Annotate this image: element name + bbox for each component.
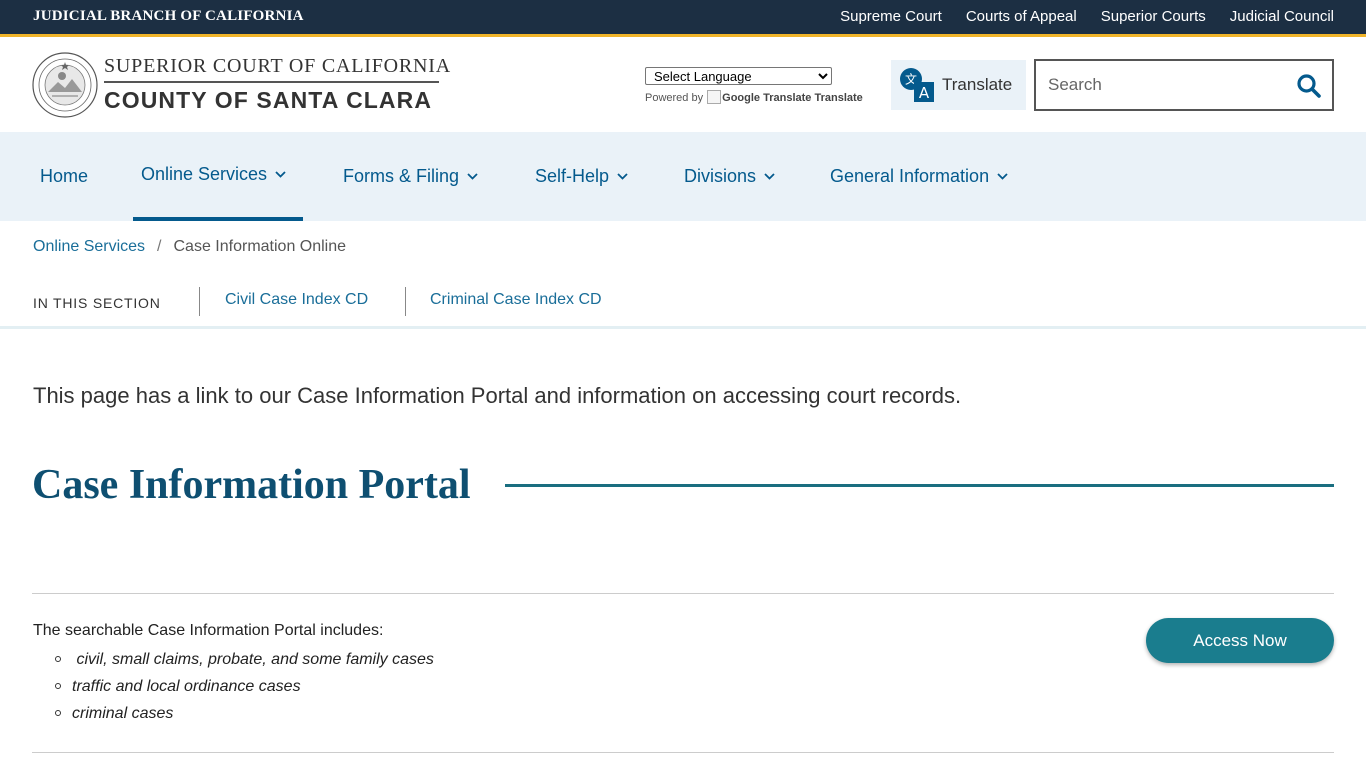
superior-courts-link[interactable]: Superior Courts — [1101, 8, 1206, 25]
section-divider — [405, 287, 406, 316]
list-item: criminal cases — [55, 704, 434, 731]
translate-icon: 文 A — [900, 68, 934, 102]
content-divider — [32, 593, 1334, 594]
list-item: civil, small claims, probate, and some f… — [55, 650, 434, 677]
access-now-button[interactable]: Access Now — [1146, 618, 1334, 663]
chevron-down-icon — [275, 171, 286, 178]
powered-by-google: Powered by Google Translate Translate — [645, 90, 863, 104]
svg-text:A: A — [919, 84, 930, 102]
logo-line-county[interactable]: COUNTY OF SANTA CLARA — [104, 87, 432, 114]
list-item-text: civil, small claims, probate, and some f… — [72, 651, 434, 668]
nav-general-information-label: General Information — [830, 166, 990, 186]
search-input[interactable] — [1048, 73, 1278, 97]
judicial-links: Supreme Court Courts of Appeal Superior … — [840, 8, 1334, 25]
breadcrumb-online-services[interactable]: Online Services — [33, 238, 145, 256]
nav-online-services[interactable]: Online Services — [133, 132, 303, 221]
language-select[interactable]: Select Language — [645, 67, 832, 85]
site-header: SUPERIOR COURT OF CALIFORNIA COUNTY OF S… — [0, 40, 1366, 132]
civil-case-index-link[interactable]: Civil Case Index CD — [225, 291, 368, 309]
breadcrumb-current: Case Information Online — [173, 238, 347, 255]
logo-divider — [104, 81, 439, 83]
nav-self-help-label: Self-Help — [535, 166, 610, 186]
in-this-section-label: IN THIS SECTION — [33, 295, 161, 311]
courts-of-appeal-link[interactable]: Courts of Appeal — [966, 8, 1077, 25]
chevron-down-icon — [617, 173, 628, 180]
nav-home[interactable]: Home — [40, 132, 88, 221]
main-navigation: Home Online Services Forms & Filing Self… — [0, 132, 1366, 221]
content-divider — [32, 752, 1334, 753]
nav-self-help[interactable]: Self-Help — [535, 132, 628, 221]
search-icon[interactable] — [1296, 73, 1322, 99]
breadcrumb-separator: / — [157, 238, 162, 255]
nav-divisions[interactable]: Divisions — [684, 132, 775, 221]
list-item: traffic and local ordinance cases — [55, 677, 434, 704]
heading-rule — [505, 484, 1334, 487]
court-seal-logo[interactable] — [32, 52, 98, 118]
section-divider — [199, 287, 200, 316]
judicial-council-link[interactable]: Judicial Council — [1230, 8, 1334, 25]
bullet-icon — [55, 710, 61, 716]
nav-forms-filing[interactable]: Forms & Filing — [343, 132, 478, 221]
nav-home-label: Home — [40, 166, 89, 186]
google-translate-alt: Google Translate — [722, 92, 812, 104]
nav-divisions-label: Divisions — [684, 166, 757, 186]
portal-list: civil, small claims, probate, and some f… — [55, 650, 434, 731]
search-box — [1034, 59, 1334, 111]
powered-by-label: Powered by — [645, 92, 704, 104]
google-translate-link[interactable]: Translate — [814, 92, 862, 104]
intro-text: This page has a link to our Case Informa… — [33, 383, 962, 408]
list-item-text: traffic and local ordinance cases — [72, 678, 301, 695]
bullet-icon — [55, 656, 61, 662]
chevron-down-icon — [467, 173, 478, 180]
translate-label: Translate — [942, 75, 1013, 94]
nav-forms-filing-label: Forms & Filing — [343, 166, 460, 186]
criminal-case-index-link[interactable]: Criminal Case Index CD — [430, 291, 602, 309]
list-item-text: criminal cases — [72, 705, 174, 722]
nav-online-services-label: Online Services — [141, 164, 268, 184]
chevron-down-icon — [997, 173, 1008, 180]
section-nav-rule — [0, 326, 1366, 329]
judicial-branch-title: JUDICIAL BRANCH OF CALIFORNIA — [33, 8, 304, 24]
chevron-down-icon — [764, 173, 775, 180]
breadcrumb: Online Services / Case Information Onlin… — [33, 238, 346, 256]
translate-button[interactable]: 文 A Translate — [891, 60, 1026, 110]
portal-description: The searchable Case Information Portal i… — [33, 622, 384, 639]
nav-general-information[interactable]: General Information — [830, 132, 1008, 221]
google-logo-icon — [707, 90, 722, 104]
judicial-branch-bar: JUDICIAL BRANCH OF CALIFORNIA Supreme Co… — [0, 0, 1366, 37]
logo-line-superior-court[interactable]: SUPERIOR COURT OF CALIFORNIA — [104, 55, 451, 78]
bullet-icon — [55, 683, 61, 689]
page-heading: Case Information Portal — [32, 462, 471, 508]
supreme-court-link[interactable]: Supreme Court — [840, 8, 942, 25]
